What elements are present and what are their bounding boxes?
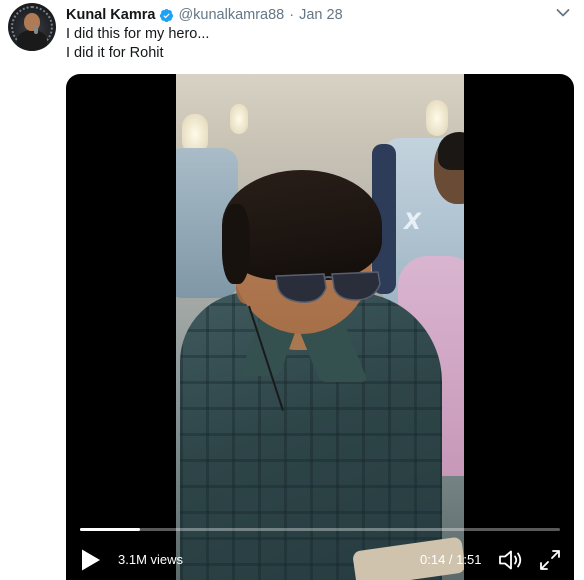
man-hair-side: [222, 204, 250, 284]
chevron-down-icon[interactable]: [556, 8, 570, 18]
video-controls: 3.1M views 0:14 / 1:51: [66, 540, 574, 576]
video-player[interactable]: X 3.1M views 0:14 / 1:51: [66, 74, 574, 580]
fullscreen-icon[interactable]: [538, 548, 562, 572]
tweet-header: Kunal Kamra @kunalkamra88 · Jan 28: [66, 6, 343, 24]
avatar[interactable]: [8, 3, 56, 51]
video-frame: X: [176, 74, 464, 580]
video-progress-fill: [80, 528, 141, 531]
video-progress-bar[interactable]: [80, 528, 560, 531]
view-count: 3.1M views: [118, 552, 184, 567]
author-handle[interactable]: @kunalkamra88: [178, 7, 284, 23]
volume-icon[interactable]: [498, 548, 524, 572]
separator-dot: ·: [289, 7, 295, 23]
author-name[interactable]: Kunal Kamra: [66, 7, 155, 23]
tweet-text: I did this for my hero... I did it for R…: [66, 25, 209, 63]
avatar-mic: [34, 25, 38, 34]
tweet-text-line-1: I did this for my hero...: [66, 26, 210, 42]
avatar-body: [17, 30, 47, 51]
video-time: 0:14 / 1:51: [420, 552, 482, 567]
seat-logo: X: [404, 210, 421, 235]
sunglasses: [275, 271, 381, 303]
cabin-window: [426, 100, 448, 136]
cabin-window: [230, 104, 248, 134]
tweet-text-line-2: I did it for Rohit: [66, 45, 164, 61]
tweet: Kunal Kamra @kunalkamra88 · Jan 28 I did…: [0, 0, 584, 580]
verified-badge-icon: [160, 8, 174, 22]
play-icon[interactable]: [80, 548, 102, 572]
tweet-date[interactable]: Jan 28: [299, 7, 343, 23]
